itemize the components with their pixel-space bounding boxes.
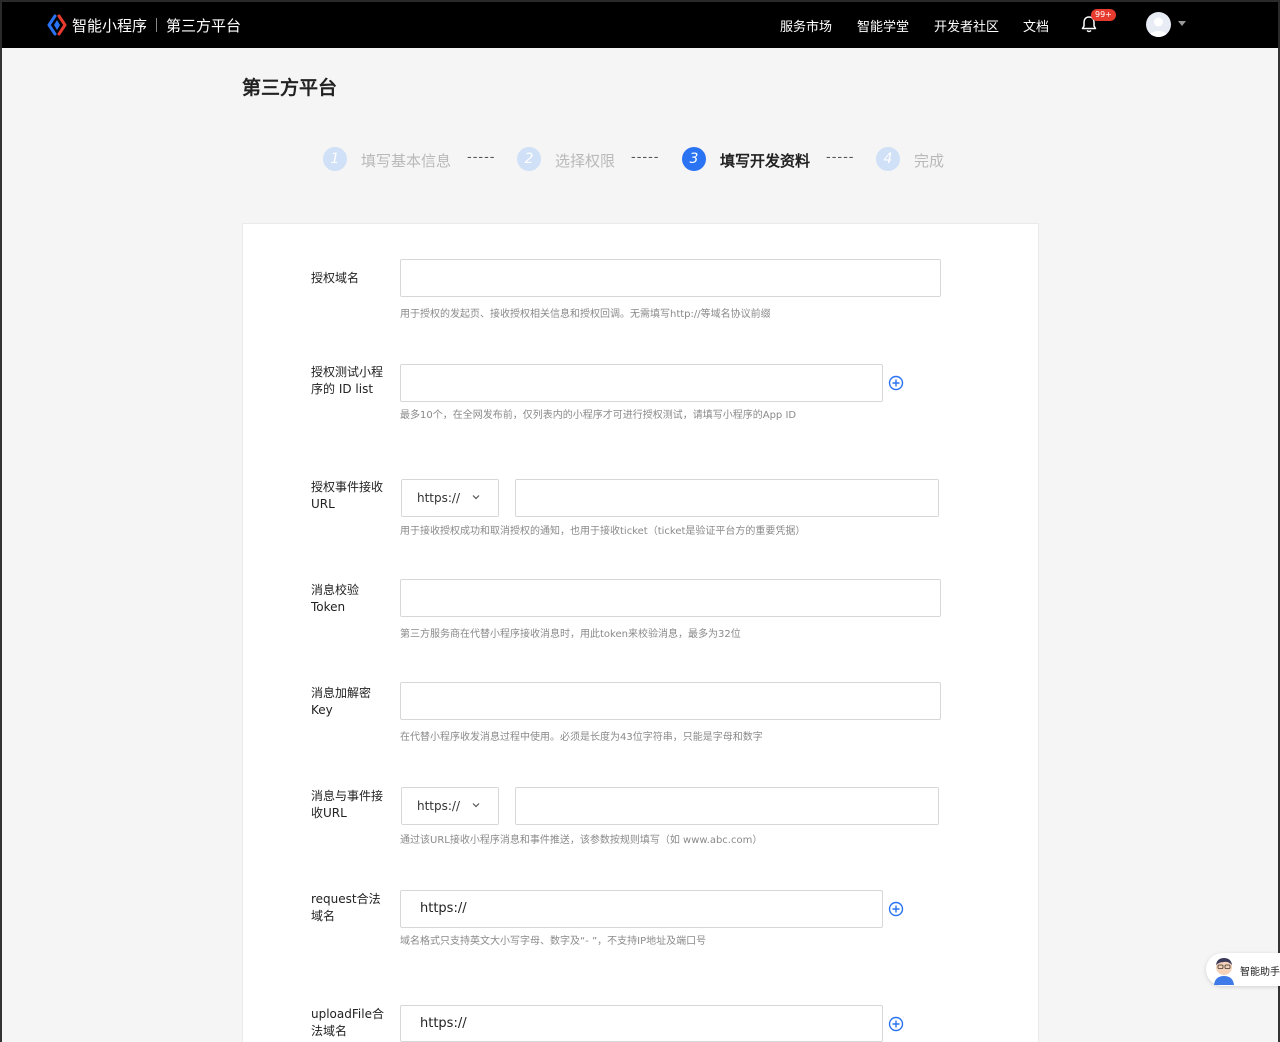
step-connector-3: ----- [826,150,855,165]
avatar-person-icon [1149,17,1168,37]
event-url-protocol-value: https:// [417,491,461,505]
event-url-protocol-select[interactable]: https:// [401,479,499,517]
event-url-hint: 用于接收授权成功和取消授权的通知，也用于接收ticket（ticket是验证平台… [400,526,806,537]
brand-title[interactable]: 智能小程序 第三方平台 [72,15,241,36]
aes-key-hint: 在代替小程序收发消息过程中使用。必须是长度为43位字符串，只能是字母和数字 [400,732,763,743]
step-3-number: 3 [682,147,706,171]
add-request-domain-plus-icon[interactable] [888,901,904,917]
request-domain-input[interactable]: https:// [400,890,883,928]
assistant-label: 智能助手 [1240,967,1280,978]
window-border-left [0,0,2,1042]
request-domain-hint: 域名格式只支持英文大小写字母、数字及“- ”，不支持IP地址及端口号 [400,936,707,947]
test-ids-hint: 最多10个，在全网发布前，仅列表内的小程序才可进行授权测试，请填写小程序的App… [400,410,797,421]
step-2-label: 选择权限 [555,152,616,170]
aes-key-input[interactable] [400,682,941,720]
nav-link-service-market[interactable]: 服务市场 [780,16,832,35]
chevron-down-icon [472,803,480,808]
user-avatar[interactable] [1146,12,1171,37]
auth-domain-hint: 用于授权的发起页、接收授权相关信息和授权回调。无需填写http://等域名协议前… [400,309,771,320]
step-4-number: 4 [876,147,900,171]
brand-name: 智能小程序 [72,17,148,35]
step-4-label: 完成 [914,152,945,170]
brand-logo-icon[interactable] [46,14,68,36]
assistant-avatar-icon [1214,958,1234,985]
nav-link-academy[interactable]: 智能学堂 [857,16,909,35]
test-ids-label: 授权测试小程序的 ID list [311,365,384,396]
step-3-label: 填写开发资料 [720,152,811,170]
msg-url-input[interactable] [515,787,939,825]
request-domain-label: request合法域名 [311,892,381,923]
brand-subtitle: 第三方平台 [166,17,242,35]
token-input[interactable] [400,579,941,617]
step-2-number: 2 [517,147,541,171]
page-title: 第三方平台 [242,77,338,99]
test-ids-input[interactable] [400,364,883,402]
event-url-input[interactable] [515,479,939,517]
chevron-down-icon [472,495,480,500]
aes-key-label: 消息加解密Key [311,686,372,717]
msg-url-label: 消息与事件接收URL [311,789,384,820]
add-upload-domain-plus-icon[interactable] [888,1016,904,1032]
nav-link-dev-community[interactable]: 开发者社区 [934,16,999,35]
step-1-label: 填写基本信息 [361,152,452,170]
notification-badge: 99+ [1091,9,1116,21]
step-1-number: 1 [323,147,347,171]
user-menu-caret-icon[interactable] [1178,21,1186,26]
msg-url-hint: 通过该URL接收小程序消息和事件推送，该参数按规则填写（如 www.abc.co… [400,835,763,846]
smart-assistant-button[interactable]: 智能助手 [1206,953,1280,986]
token-label: 消息校验Token [311,583,360,614]
step-connector-2: ----- [631,150,660,165]
upload-domain-input[interactable]: https:// [400,1005,883,1042]
brand-divider [156,18,158,32]
add-test-id-plus-icon[interactable] [888,375,904,391]
msg-url-protocol-value: https:// [417,799,461,813]
auth-domain-input[interactable] [400,259,941,297]
nav-link-docs[interactable]: 文档 [1023,16,1049,35]
msg-url-protocol-select[interactable]: https:// [401,787,499,825]
token-hint: 第三方服务商在代替小程序接收消息时，用此token来校验消息，最多为32位 [400,629,741,640]
step-connector-1: ----- [467,150,496,165]
upload-domain-label: uploadFile合法域名 [311,1007,384,1038]
event-url-label: 授权事件接收URL [311,480,384,511]
auth-domain-label: 授权域名 [311,271,360,285]
